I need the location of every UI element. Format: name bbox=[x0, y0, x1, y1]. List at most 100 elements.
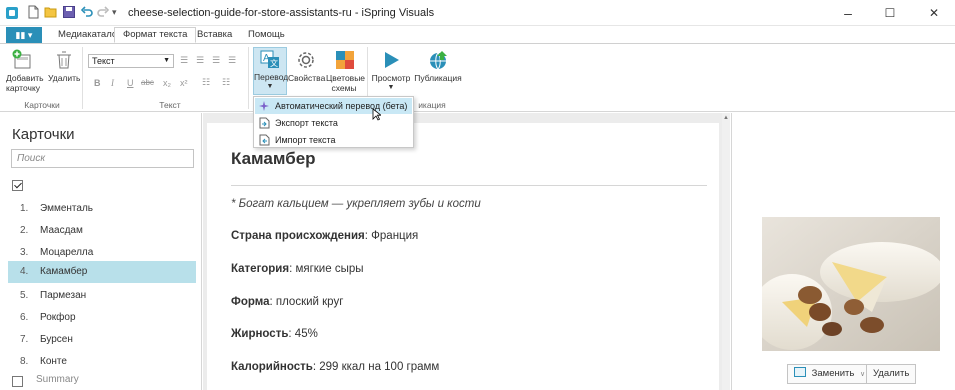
card-item-6[interactable]: 6. Рокфор bbox=[8, 307, 196, 329]
ribbon: Добавить карточку Удалить Карточки Текст… bbox=[0, 43, 955, 112]
field-fat[interactable]: Жирность: 45% bbox=[231, 328, 318, 340]
replace-image-button[interactable]: Заменить ∨ bbox=[787, 364, 873, 384]
field-shape[interactable]: Форма: плоский круг bbox=[231, 296, 343, 308]
justify-icon[interactable]: ☰ bbox=[228, 55, 236, 66]
scroll-up-icon[interactable]: ▲ bbox=[723, 115, 729, 121]
publish-group-label: икация bbox=[418, 100, 446, 110]
card-item-5[interactable]: 5. Пармезан bbox=[8, 285, 196, 307]
chevron-down-icon: ▼ bbox=[163, 57, 170, 64]
search-input[interactable]: Поиск bbox=[11, 149, 194, 168]
add-card-icon bbox=[12, 49, 31, 69]
properties-button[interactable]: Свойства bbox=[288, 49, 325, 83]
save-icon[interactable] bbox=[62, 5, 76, 19]
card-note[interactable]: * Богат кальцием — укрепляет зубы и кост… bbox=[231, 198, 481, 210]
strikethrough-button[interactable]: abc bbox=[141, 78, 154, 87]
editor-scrollbar[interactable]: ▲ bbox=[722, 113, 730, 390]
chevron-down-icon: ∨ bbox=[859, 371, 866, 378]
tab-text-format[interactable]: Формат текста bbox=[114, 27, 197, 43]
align-left-icon[interactable]: ☰ bbox=[180, 55, 188, 66]
new-file-icon[interactable] bbox=[26, 5, 40, 19]
translate-button[interactable]: A 文 Перевод ▼ bbox=[253, 47, 288, 95]
ribbon-divider bbox=[248, 47, 249, 109]
menu-item-export-text[interactable]: Экспорт текста bbox=[255, 115, 412, 131]
field-value: : 45% bbox=[288, 328, 318, 340]
card-number: 4. bbox=[20, 266, 29, 277]
text-style-value: Текст bbox=[92, 56, 115, 66]
subscript-button[interactable]: x₂ bbox=[163, 78, 171, 88]
card-item-1[interactable]: 1. Эмменталь bbox=[8, 198, 196, 220]
file-menu-button[interactable]: ▮▮ ▾ bbox=[6, 27, 42, 43]
field-value: : 299 ккал на 100 грамм bbox=[312, 361, 440, 373]
card-document[interactable]: Камамбер * Богат кальцием — укрепляет зу… bbox=[207, 123, 719, 390]
cards-heading: Карточки bbox=[12, 126, 75, 143]
ribbon-divider bbox=[82, 47, 83, 109]
card-editor: Камамбер * Богат кальцием — укрепляет зу… bbox=[203, 113, 730, 390]
undo-icon[interactable] bbox=[80, 5, 94, 19]
maximize-button[interactable]: ☐ bbox=[869, 0, 911, 26]
card-name: Камамбер bbox=[40, 266, 88, 277]
card-item-4[interactable]: 4. Камамбер bbox=[8, 261, 196, 283]
replace-label: Заменить bbox=[811, 368, 855, 379]
card-number: 2. bbox=[20, 225, 29, 236]
ribbon-tab-bar: ▮▮ ▾ Медиакаталог Формат текста Вставка … bbox=[0, 26, 955, 44]
italic-button[interactable]: I bbox=[111, 78, 114, 88]
image-panel: Заменить ∨ Удалить bbox=[731, 113, 955, 390]
redo-icon[interactable] bbox=[96, 5, 110, 19]
card-item-7[interactable]: 7. Бурсен bbox=[8, 329, 196, 351]
title-bar: ▾ cheese-selection-guide-for-store-assis… bbox=[0, 0, 955, 26]
globe-icon bbox=[430, 51, 447, 70]
tab-insert[interactable]: Вставка bbox=[189, 28, 240, 44]
align-center-icon[interactable]: ☰ bbox=[196, 55, 204, 66]
card-title[interactable]: Камамбер bbox=[231, 149, 316, 169]
field-category[interactable]: Категория: мягкие сыры bbox=[231, 263, 364, 275]
cards-panel: Карточки Поиск 1. Эмменталь 2. Маасдам 3. М… bbox=[0, 113, 202, 390]
bold-button[interactable]: B bbox=[94, 78, 101, 88]
app-logo-icon bbox=[6, 7, 18, 19]
card-note-text: * Богат кальцием — укрепляет зубы и кост… bbox=[231, 198, 481, 210]
close-button[interactable]: ✕ bbox=[913, 0, 955, 26]
chevron-down-icon: ▼ bbox=[266, 83, 274, 90]
publish-button[interactable]: Публикация bbox=[413, 49, 463, 83]
menu-item-auto-translate[interactable]: Автоматический перевод (бета) bbox=[255, 98, 412, 114]
field-value: : плоский круг bbox=[269, 296, 344, 308]
minimize-button[interactable]: – bbox=[827, 0, 869, 26]
menu-item-import-text[interactable]: Импорт текста bbox=[255, 132, 412, 148]
preview-label: Просмотр bbox=[371, 73, 411, 83]
select-all-checkbox[interactable] bbox=[12, 180, 23, 191]
superscript-button[interactable]: x² bbox=[180, 78, 188, 88]
field-calories[interactable]: Калорийность: 299 ккал на 100 грамм bbox=[231, 361, 439, 373]
translate-menu: Автоматический перевод (бета) Экспорт те… bbox=[253, 96, 414, 148]
open-folder-icon[interactable] bbox=[44, 5, 58, 19]
field-label: Форма bbox=[231, 296, 270, 308]
bulleted-list-icon[interactable]: ☷ bbox=[222, 77, 230, 88]
trash-icon bbox=[57, 51, 71, 69]
cards-group-label: Карточки bbox=[24, 100, 60, 110]
summary-checkbox[interactable] bbox=[12, 376, 23, 387]
align-right-icon[interactable]: ☰ bbox=[212, 55, 220, 66]
summary-item[interactable]: Summary bbox=[36, 374, 79, 385]
field-label: Калорийность bbox=[231, 361, 313, 373]
field-label: Жирность bbox=[231, 328, 289, 340]
field-origin[interactable]: Страна происхождения: Франция bbox=[231, 230, 418, 242]
import-file-icon bbox=[259, 134, 270, 146]
card-item-8[interactable]: 8. Конте bbox=[8, 351, 196, 373]
field-value: : мягкие сыры bbox=[289, 263, 364, 275]
window-title: cheese-selection-guide-for-store-assista… bbox=[128, 7, 435, 19]
card-name: Моцарелла bbox=[40, 247, 94, 258]
add-card-button[interactable]: Добавить карточку bbox=[6, 49, 44, 93]
numbered-list-icon[interactable]: ☷ bbox=[202, 77, 210, 88]
card-name: Пармезан bbox=[40, 290, 87, 301]
delete-card-button[interactable]: Удалить bbox=[48, 49, 80, 83]
delete-image-button[interactable]: Удалить bbox=[866, 364, 917, 384]
field-label: Категория bbox=[231, 263, 290, 275]
mouse-cursor-icon bbox=[372, 108, 383, 124]
underline-button[interactable]: U bbox=[127, 78, 134, 88]
customize-toolbar-icon[interactable]: ▾ bbox=[112, 5, 126, 19]
color-schemes-button[interactable]: Цветовые схемы bbox=[326, 49, 365, 93]
export-file-icon bbox=[259, 117, 270, 129]
card-item-2[interactable]: 2. Маасдам bbox=[8, 220, 196, 242]
preview-button[interactable]: Просмотр ▼ bbox=[370, 49, 412, 93]
text-style-select[interactable]: Текст ▼ bbox=[88, 54, 174, 68]
menu-item-label: Импорт текста bbox=[275, 135, 336, 145]
tab-help[interactable]: Помощь bbox=[240, 28, 293, 44]
